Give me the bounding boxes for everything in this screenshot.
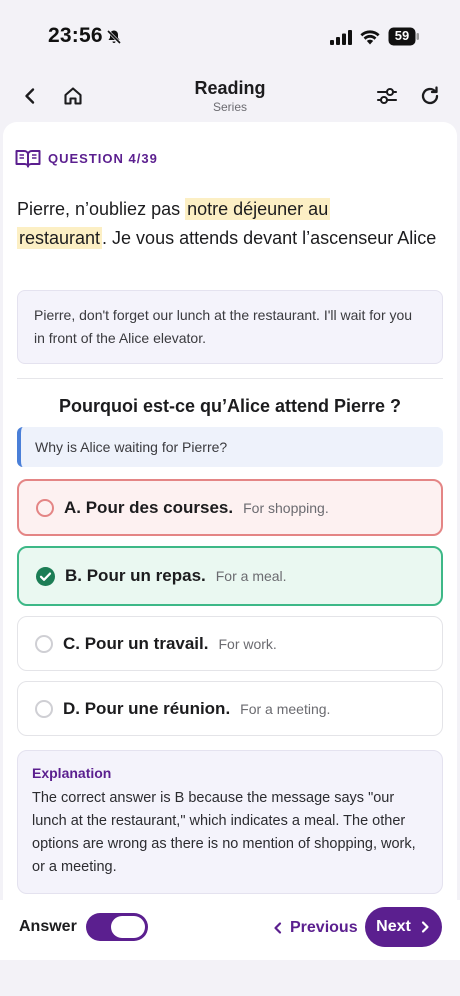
passage-highlight[interactable]: restaurant bbox=[17, 227, 103, 249]
option-translation: For a meal. bbox=[215, 568, 287, 584]
status-bar: 23:56 59 bbox=[0, 0, 460, 72]
battery-icon: 59 bbox=[388, 27, 419, 46]
cellular-signal-icon bbox=[330, 30, 352, 45]
chevron-left-icon bbox=[274, 922, 282, 934]
option-label: B. Pour un repas. bbox=[65, 566, 206, 585]
question-badge: QUESTION 4/39 bbox=[15, 148, 158, 168]
explanation-title: Explanation bbox=[32, 765, 112, 781]
status-time: 23:56 bbox=[48, 24, 103, 47]
previous-label: Previous bbox=[290, 919, 358, 936]
option-translation: For a meeting. bbox=[240, 700, 331, 717]
answer-option-b[interactable]: B. Pour un repas. For a meal. bbox=[17, 546, 443, 606]
answer-option-d[interactable]: D. Pour une réunion. For a meeting. bbox=[17, 681, 443, 736]
answer-option-c[interactable]: C. Pour un travail. For work. bbox=[17, 616, 443, 671]
settings-button[interactable] bbox=[371, 80, 403, 112]
next-label: Next bbox=[376, 918, 411, 935]
divider bbox=[17, 378, 443, 379]
sliders-icon bbox=[376, 87, 398, 105]
question-card: QUESTION 4/39 Pierre, n’oubliez pas notr… bbox=[3, 122, 457, 900]
previous-button[interactable]: Previous bbox=[272, 915, 358, 941]
passage-text-start: Pierre, n’oubliez pas bbox=[17, 199, 186, 219]
passage-text: Pierre, n’oubliez pas notre déjeuner au r… bbox=[17, 195, 437, 253]
radio-icon bbox=[35, 634, 53, 653]
option-translation: For shopping. bbox=[243, 499, 329, 516]
refresh-icon bbox=[421, 86, 439, 105]
next-button[interactable]: Next bbox=[365, 907, 442, 947]
open-book-icon bbox=[15, 150, 41, 168]
option-label: C. Pour un travail. bbox=[63, 633, 209, 653]
nav-header: Reading Series bbox=[0, 72, 460, 120]
question-translation: Why is Alice waiting for Pierre? bbox=[17, 427, 443, 467]
answer-toggle-label: Answer bbox=[19, 918, 77, 935]
home-indicator-area bbox=[0, 960, 460, 996]
explanation-box: Explanation The correct answer is B beca… bbox=[17, 750, 443, 894]
bottom-toolbar: Answer Previous Next bbox=[0, 900, 460, 960]
radio-icon bbox=[36, 498, 54, 517]
option-label: D. Pour une réunion. bbox=[63, 698, 231, 718]
radio-icon bbox=[35, 699, 53, 718]
question-counter: QUESTION 4/39 bbox=[48, 150, 158, 166]
passage-text-end: . Je vous attends devant l’ascenseur Ali… bbox=[102, 228, 437, 248]
toggle-knob bbox=[111, 916, 145, 938]
chevron-right-icon bbox=[421, 921, 429, 933]
explanation-body: The correct answer is B because the mess… bbox=[32, 790, 416, 875]
battery-level: 59 bbox=[394, 28, 410, 43]
option-label: A. Pour des courses. bbox=[64, 497, 234, 517]
passage-translation: Pierre, don't forget our lunch at the re… bbox=[17, 290, 443, 364]
option-translation: For work. bbox=[218, 635, 277, 652]
wifi-icon bbox=[360, 30, 380, 45]
bell-off-icon bbox=[106, 29, 122, 45]
answer-toggle[interactable] bbox=[86, 913, 148, 941]
refresh-button[interactable] bbox=[414, 80, 446, 112]
question-text: Pourquoi est-ce qu’Alice attend Pierre ? bbox=[58, 396, 402, 416]
question-translation-text: Why is Alice waiting for Pierre? bbox=[35, 439, 228, 455]
answer-option-a[interactable]: A. Pour des courses. For shopping. bbox=[17, 479, 443, 536]
passage-highlight[interactable]: notre déjeuner au bbox=[185, 198, 331, 220]
check-circle-icon bbox=[36, 566, 55, 586]
